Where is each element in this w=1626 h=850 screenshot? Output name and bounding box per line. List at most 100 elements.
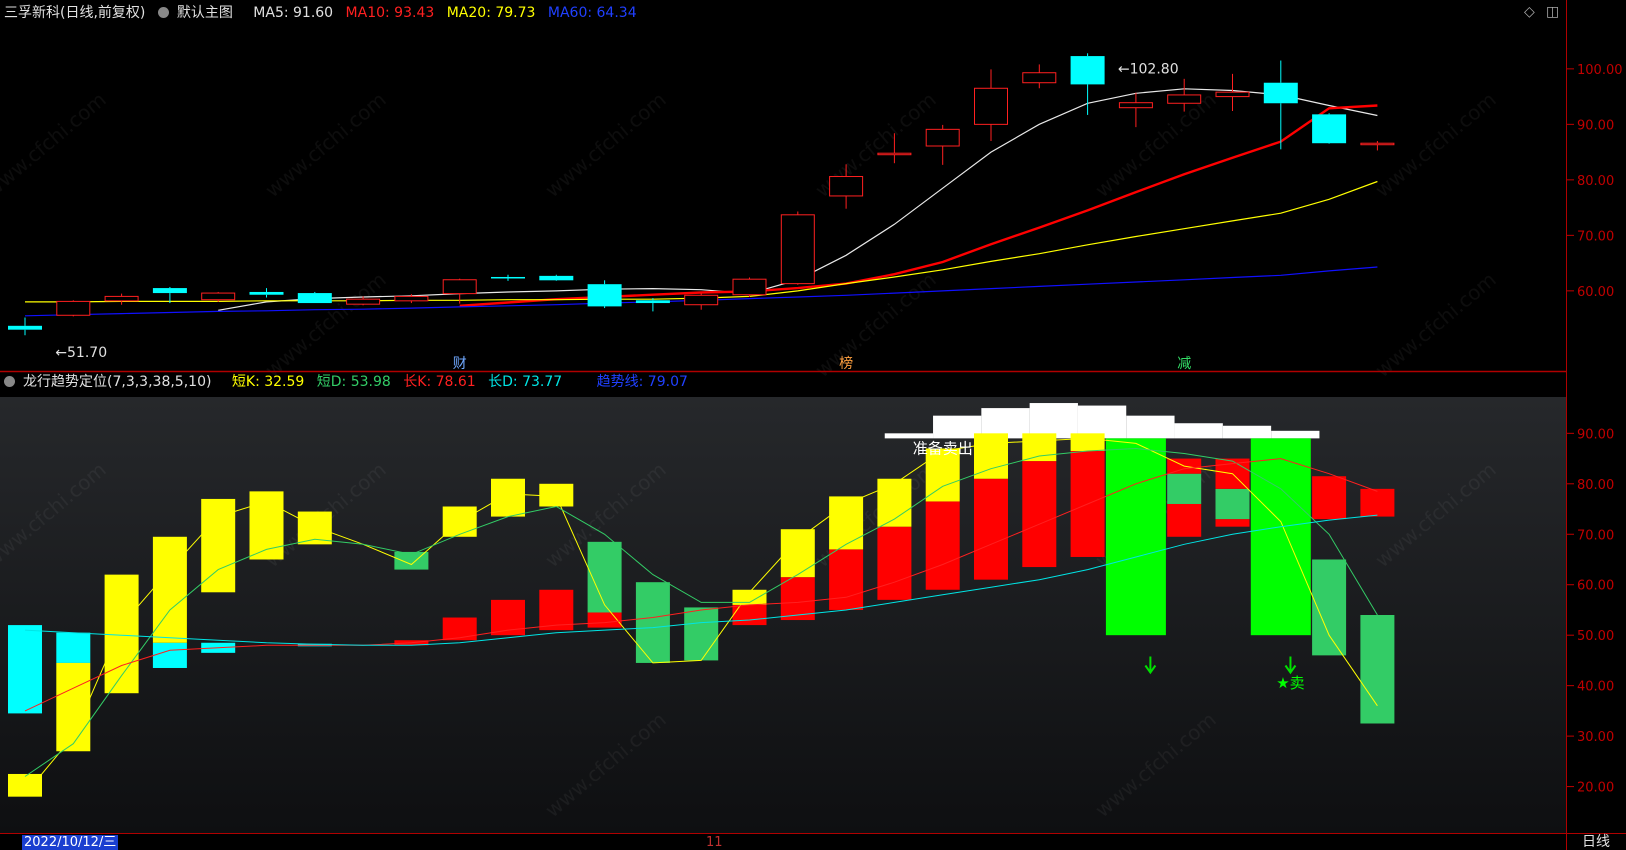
indicator-bar xyxy=(1250,438,1311,636)
indicator-bar xyxy=(925,501,960,590)
candle xyxy=(780,211,815,285)
white-block xyxy=(1029,403,1078,439)
indicator-bar xyxy=(684,607,719,661)
y-tick-label: 40.00 xyxy=(1577,680,1614,695)
month-marker: 11 xyxy=(706,835,723,850)
ma10-value: MA10: 93.43 xyxy=(345,5,435,21)
stock-chart[interactable]: www.cfchi.com www.cfchi.com www.cfchi.com w… xyxy=(0,0,1626,850)
indicator-bar xyxy=(442,617,477,641)
candle xyxy=(1312,113,1347,144)
candle xyxy=(297,291,332,304)
event-label: 财 xyxy=(453,356,467,372)
candle-body xyxy=(152,288,187,294)
candle-body xyxy=(925,128,960,147)
upper-axis: 60.00 70.00 80.00 90.00 100.00 xyxy=(1566,63,1623,300)
indicator-selector[interactable]: 龙行趋势定位(7,3,3,38,5,10) xyxy=(4,374,219,390)
y-tick-label: 60.00 xyxy=(1577,579,1614,594)
candle xyxy=(732,277,767,297)
stock-name[interactable]: 三孚新科 xyxy=(4,5,60,21)
period-label: (日线,前复权) xyxy=(60,5,146,21)
trend-line-value: 趋势线: 79.07 xyxy=(596,374,688,390)
white-block xyxy=(1222,425,1272,439)
short-d-value: 短D: 53.98 xyxy=(316,374,391,390)
indicator-bar xyxy=(780,529,815,578)
candle-body xyxy=(732,278,767,296)
main-header: 三孚新科(日线,前复权) 默认主图 MA5: 91.60 MA10: 93.43… xyxy=(4,2,645,24)
main-chart-selector[interactable]: 默认主图 xyxy=(157,5,241,21)
indicator-bar xyxy=(152,642,187,668)
y-tick-label: 90.00 xyxy=(1577,118,1614,133)
y-tick-label: 70.00 xyxy=(1577,229,1614,244)
signal-label: ★卖 xyxy=(1276,674,1304,692)
y-tick-label: 20.00 xyxy=(1577,781,1614,796)
indicator-bar xyxy=(1215,488,1250,520)
y-tick-label: 70.00 xyxy=(1577,528,1614,543)
candle-body xyxy=(1167,94,1202,104)
price-annotation: ←102.80 xyxy=(1118,61,1179,77)
layout-icon[interactable]: ◫ xyxy=(1546,4,1559,20)
candle-body xyxy=(1070,56,1105,85)
y-tick-label: 100.00 xyxy=(1577,63,1623,78)
price-annotation: ←51.70 xyxy=(55,345,107,361)
ma5-value: MA5: 91.60 xyxy=(253,5,334,21)
indicator-bar xyxy=(1022,461,1057,568)
indicator-bar xyxy=(8,625,42,714)
candle-body xyxy=(587,284,622,307)
candle-body xyxy=(394,295,429,302)
long-k-value: 长K: 78.61 xyxy=(403,374,476,390)
event-label: 榜 xyxy=(839,355,853,372)
candle-body xyxy=(684,294,719,306)
y-tick-label: 50.00 xyxy=(1577,629,1614,644)
candle-body xyxy=(877,152,912,156)
candle-body xyxy=(491,276,525,279)
candle-body xyxy=(1118,102,1153,109)
candle-body xyxy=(201,292,236,301)
event-label: 减 xyxy=(1177,356,1191,372)
long-d-value: 长D: 73.77 xyxy=(488,374,563,390)
y-tick-label: 80.00 xyxy=(1577,174,1614,189)
candle-body xyxy=(297,293,332,304)
candle xyxy=(56,300,91,317)
candle-body xyxy=(1263,82,1298,104)
candle-body xyxy=(829,176,864,197)
main-chart-label: 默认主图 xyxy=(176,5,233,21)
y-tick-label: 80.00 xyxy=(1577,478,1614,493)
candle-body xyxy=(974,87,1008,125)
indicator-bar xyxy=(1070,433,1105,451)
candle-body xyxy=(539,275,574,281)
indicator-bar xyxy=(1022,433,1057,462)
upper-panel-bg xyxy=(0,0,1566,370)
indicator-bar xyxy=(635,582,670,663)
date-cursor-label: 2022/10/12/三 xyxy=(22,835,119,850)
candle-body xyxy=(1360,142,1395,146)
candle-body xyxy=(346,298,381,305)
indicator-bar xyxy=(829,549,864,610)
indicator-bar xyxy=(974,478,1008,580)
indicator-bar xyxy=(1215,519,1250,527)
candle-body xyxy=(780,214,815,285)
candle-body xyxy=(56,300,91,316)
indicator-bar xyxy=(491,478,525,517)
candle-body xyxy=(1215,91,1250,98)
candle-body xyxy=(249,291,284,295)
period-button[interactable]: 日线 xyxy=(1582,834,1610,850)
indicator-bar xyxy=(1360,615,1395,724)
indicator-bar xyxy=(539,483,574,507)
indicator-name: 龙行趋势定位(7,3,3,38,5,10) xyxy=(23,374,212,390)
y-tick-label: 90.00 xyxy=(1577,427,1614,442)
y-tick-label: 60.00 xyxy=(1577,285,1614,300)
y-tick-label: 30.00 xyxy=(1577,730,1614,745)
indicator-bar xyxy=(587,612,622,628)
white-block xyxy=(1126,415,1175,439)
white-block xyxy=(1174,423,1223,439)
candle-body xyxy=(1312,114,1347,144)
indicator-header: 龙行趋势定位(7,3,3,38,5,10) 短K: 32.59 短D: 53.9… xyxy=(4,371,696,393)
candle-body xyxy=(8,325,42,330)
diamond-icon[interactable]: ◇ xyxy=(1524,4,1535,20)
candle xyxy=(587,280,622,309)
signal-label: 准备卖出 xyxy=(913,440,973,458)
chevron-down-icon xyxy=(157,7,169,18)
indicator-bar xyxy=(1312,476,1347,520)
indicator-bar xyxy=(1105,438,1166,636)
indicator-bar xyxy=(732,604,767,626)
